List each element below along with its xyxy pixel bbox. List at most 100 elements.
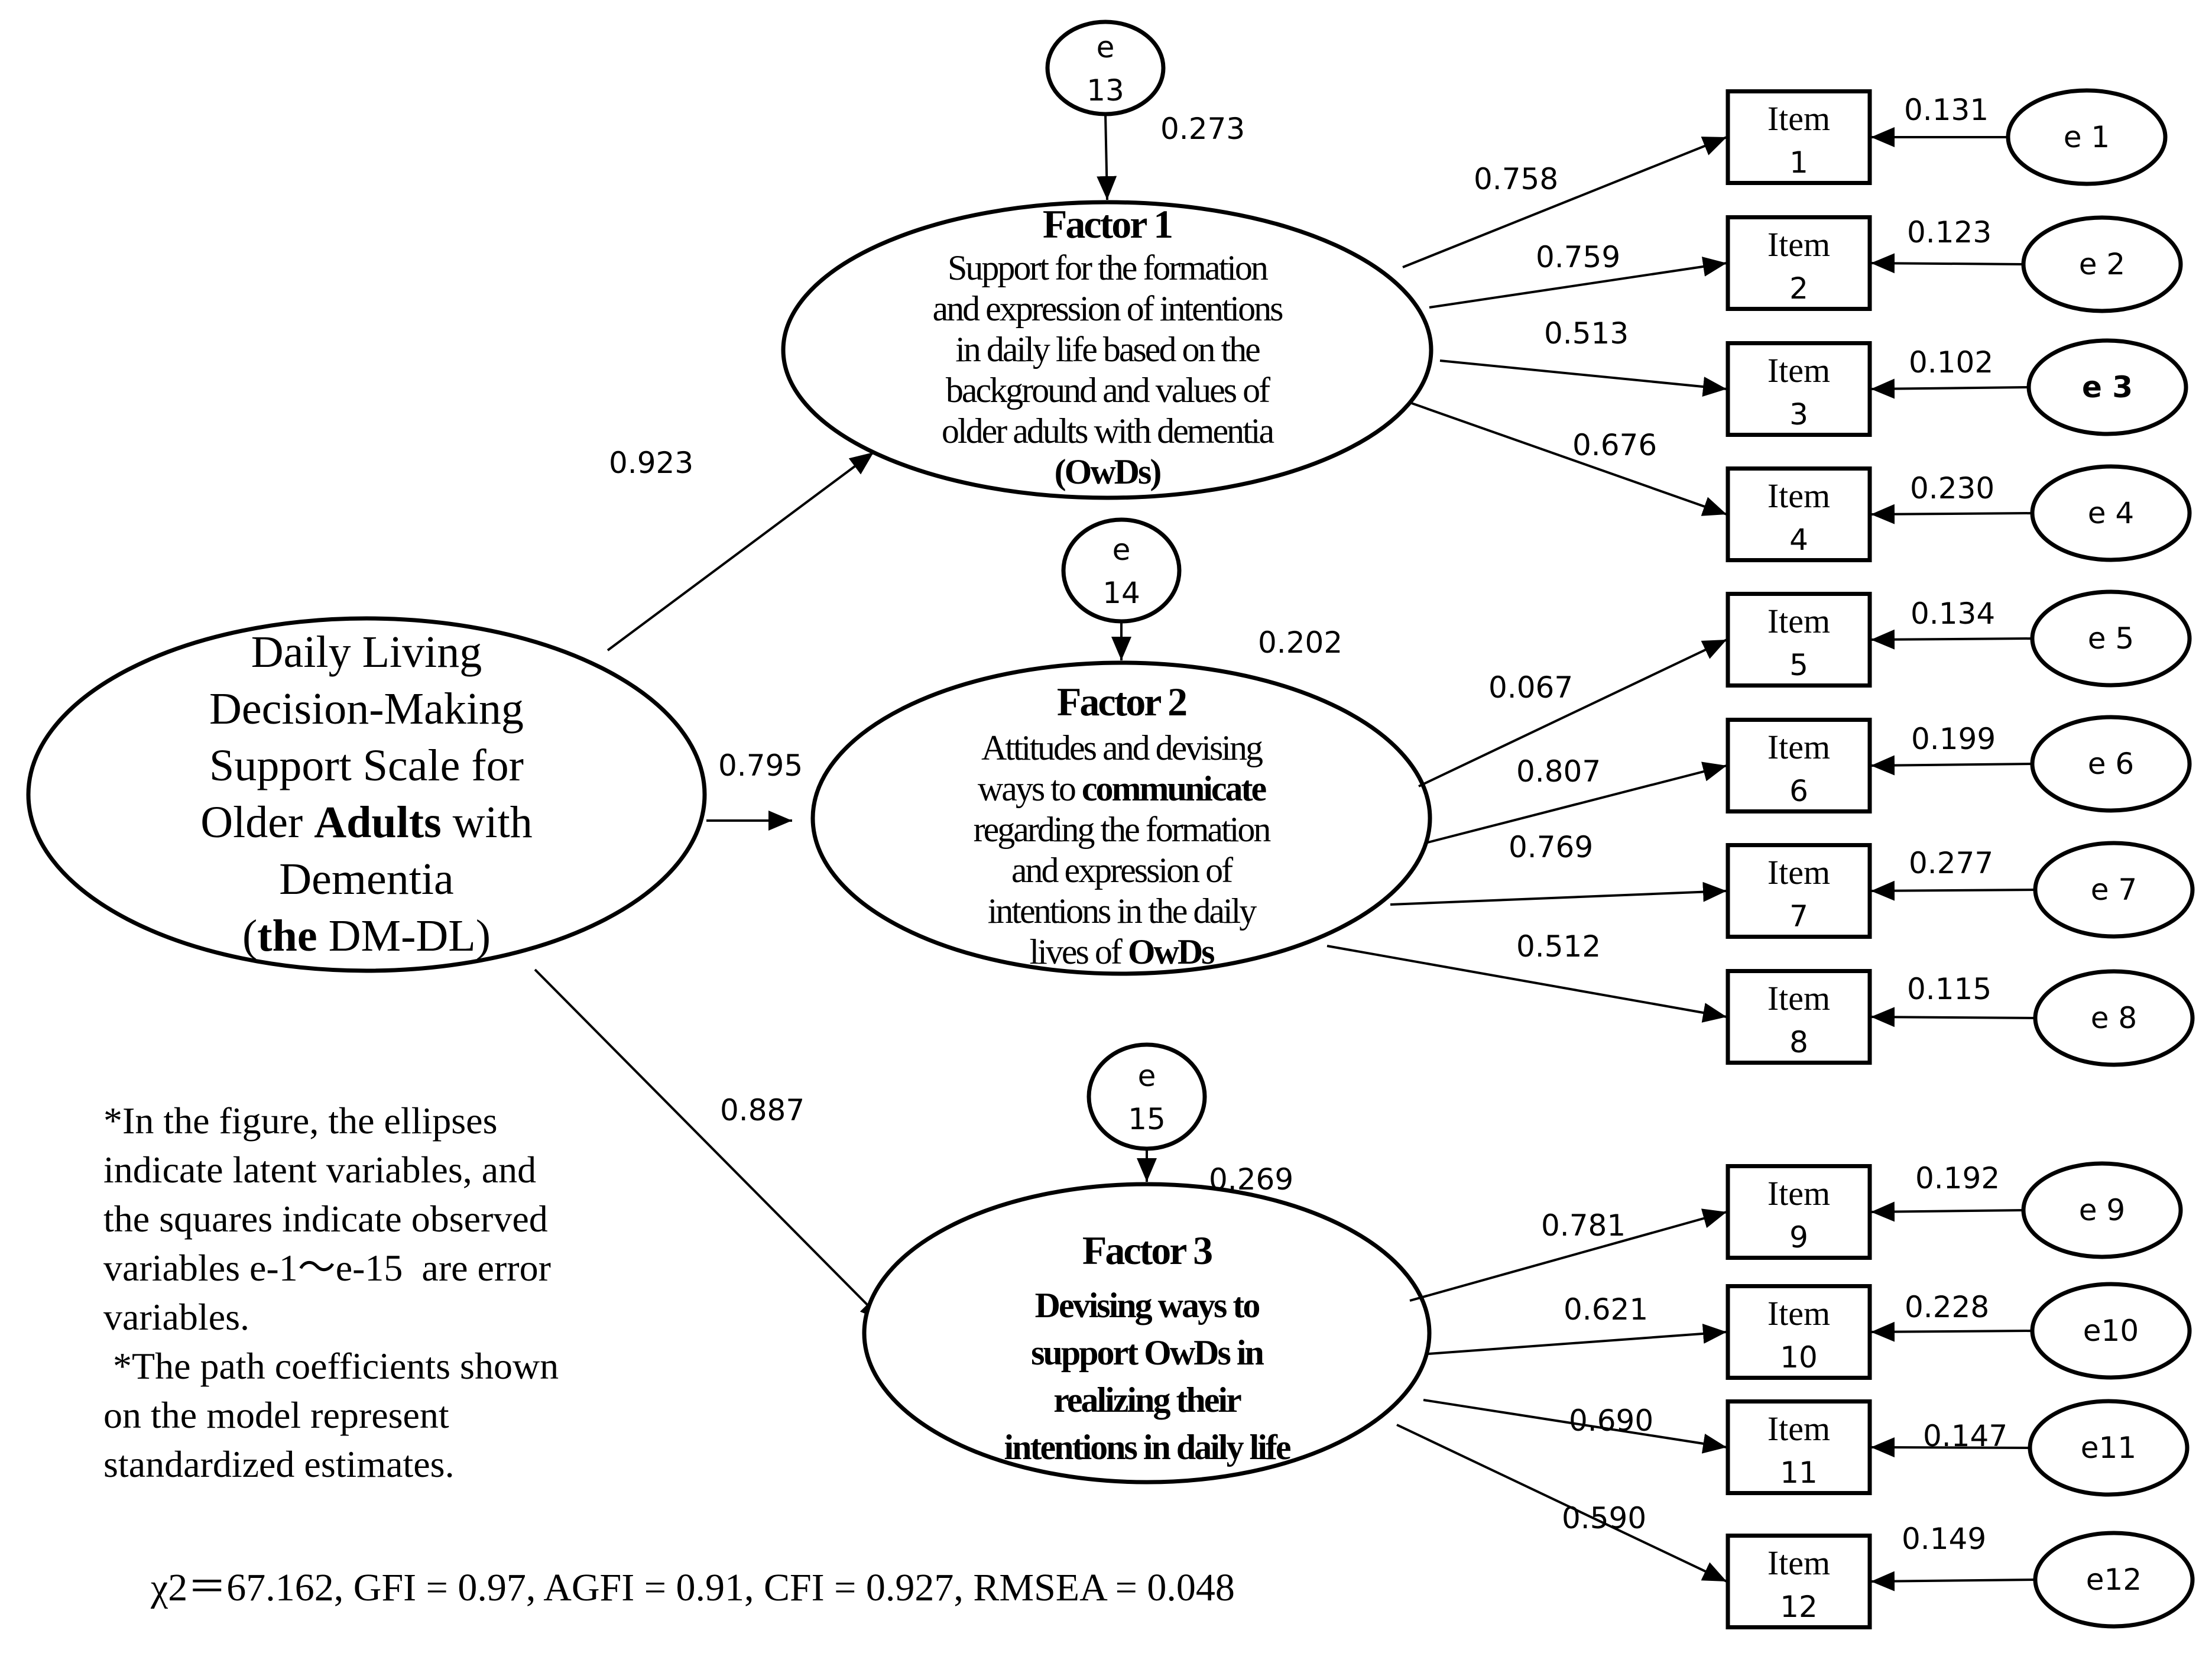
item-label: Item (1767, 1544, 1830, 1582)
disturbance-label: e (1113, 533, 1131, 567)
item-11-group: 0.690 Item 11 e11 0.147 (1423, 1399, 2190, 1497)
item-7-group: 0.769 Item 7 e 7 0.277 (1390, 830, 2195, 939)
text-segment: OwDs (1128, 932, 1214, 971)
note-line: variables e-1〜e-15 are error (103, 1247, 551, 1289)
disturbance-number: 15 (1128, 1102, 1166, 1136)
error-node: e 9 (2021, 1161, 2183, 1259)
text-segment: intentions in the daily (988, 892, 1257, 931)
text-segment: with (442, 798, 533, 847)
error-arrow (1870, 1201, 2024, 1222)
disturbance-label: e (1097, 30, 1115, 64)
text-segment: the (257, 911, 317, 961)
disturbance-coefficient: 0.202 (1258, 625, 1342, 660)
error-coefficient: 0.134 (1911, 597, 1995, 631)
factor-3-node: e150.269Factor 3Devising ways to support … (862, 1042, 1432, 1485)
path-main-to-factor3 (534, 968, 885, 1323)
factor-loading: 0.621 (1564, 1292, 1648, 1327)
factor-loading: 0.781 (1541, 1208, 1626, 1243)
item-number: 2 (1789, 271, 1808, 306)
error-arrow (1870, 1007, 2036, 1028)
error-coefficient: 0.147 (1923, 1419, 2007, 1453)
error-node: e 2 (2021, 215, 2183, 313)
factor-loading: 0.513 (1544, 316, 1629, 351)
factor-loading: 0.590 (1562, 1501, 1646, 1535)
item-number: 10 (1780, 1340, 1818, 1375)
coef-main-factor3: 0.887 (720, 1093, 805, 1127)
item-label: Item (1767, 728, 1830, 766)
text-segment: Older (200, 798, 314, 847)
item-number: 11 (1780, 1456, 1818, 1490)
text-segment: (OwDs) (1055, 452, 1161, 491)
item-9-group: 0.781 Item 9 e 9 0.192 (1409, 1161, 2183, 1302)
note-line: *In the figure, the ellipses (103, 1100, 497, 1142)
disturbance-label: e (1138, 1059, 1156, 1093)
note-line: the squares indicate observed (103, 1198, 548, 1240)
text-segment: and expression of (1011, 851, 1233, 890)
error-node: e10 (2030, 1282, 2192, 1380)
error-node: e 1 (2006, 88, 2168, 186)
factor-loading: 0.676 (1572, 428, 1657, 462)
text-segment: support OwDs in (1031, 1333, 1264, 1372)
error-label: e 5 (2088, 621, 2134, 656)
error-label: e 9 (2079, 1193, 2125, 1227)
item-label: Item (1767, 853, 1830, 892)
text-segment: Support Scale for (209, 741, 524, 790)
error-label: e 3 (2082, 370, 2133, 404)
item-label: Item (1767, 351, 1830, 390)
text-segment: in daily life based on the (955, 330, 1260, 369)
coef-main-factor2: 0.795 (718, 748, 803, 783)
text-segment: Decision-Making (209, 684, 524, 734)
error-arrow (1870, 378, 2029, 399)
error-coefficient: 0.115 (1907, 972, 1992, 1006)
main-construct-node: Daily Living Decision-Making Support Scale… (26, 616, 707, 973)
error-node: e11 (2028, 1399, 2190, 1497)
error-coefficient: 0.277 (1909, 846, 1993, 880)
error-node: e 5 (2030, 589, 2192, 688)
text-segment: Attitudes and devising (981, 728, 1263, 767)
item-label: Item (1767, 1294, 1830, 1333)
error-arrow (1870, 253, 2024, 274)
loading-arrow (1390, 881, 1727, 906)
factor-loading: 0.759 (1536, 240, 1620, 274)
note-line: *The path coefficients shown (103, 1345, 559, 1387)
disturbance-coefficient: 0.273 (1160, 112, 1245, 146)
disturbance-e15: e 15 (1086, 1042, 1207, 1151)
error-node: e 8 (2033, 969, 2195, 1067)
error-label: e 1 (2064, 120, 2110, 154)
item-number: 8 (1789, 1025, 1808, 1059)
loading-arrow (1428, 1323, 1727, 1355)
items-layer: 0.758 Item 1 e 1 0.131 0.759 Item 2 e 2 0.123 0.51… (1326, 88, 2195, 1629)
error-label: e 8 (2091, 1001, 2137, 1035)
text-segment: communicate (1082, 769, 1267, 808)
text-segment: DM-DL) (317, 911, 491, 961)
error-coefficient: 0.199 (1911, 722, 1996, 756)
text-segment: Daily Living (251, 627, 482, 677)
item-label: Item (1767, 1174, 1830, 1213)
error-coefficient: 0.230 (1910, 471, 1994, 505)
factor-loading: 0.067 (1488, 670, 1573, 705)
item-number: 3 (1789, 397, 1808, 432)
error-coefficient: 0.102 (1909, 345, 1993, 380)
error-arrow (1870, 504, 2033, 524)
note-line: variables. (103, 1296, 249, 1338)
item-number: 4 (1789, 523, 1808, 557)
text-segment: background and values of (946, 371, 1270, 410)
text-segment: older adults with dementia (942, 411, 1274, 450)
text-segment: lives of (1030, 932, 1128, 971)
error-arrow (1870, 880, 2036, 901)
note-line: on the model represent (103, 1394, 449, 1436)
factor-loading: 0.690 (1569, 1404, 1653, 1438)
item-2-group: 0.759 Item 2 e 2 0.123 (1429, 215, 2183, 313)
item-3-group: 0.513 Item 3 e 3 0.102 (1439, 316, 2188, 437)
loading-arrow (1411, 402, 1727, 516)
fit-indices: χ2＝67.162, GFI = 0.97, AGFI = 0.91, CFI … (150, 1566, 1235, 1609)
error-node: e 7 (2033, 841, 2195, 939)
error-arrow (1870, 629, 2033, 650)
text-segment: regarding the formation (974, 810, 1272, 849)
item-label: Item (1767, 1409, 1830, 1448)
factors-layer: e 13 0.273 Factor 1Support for the formatio… (781, 20, 1433, 1485)
factor-title: Factor 3 (1082, 1228, 1212, 1273)
disturbance-arrow (1097, 114, 1117, 200)
note-line: indicate latent variables, and (103, 1149, 536, 1191)
error-coefficient: 0.228 (1905, 1290, 1989, 1324)
